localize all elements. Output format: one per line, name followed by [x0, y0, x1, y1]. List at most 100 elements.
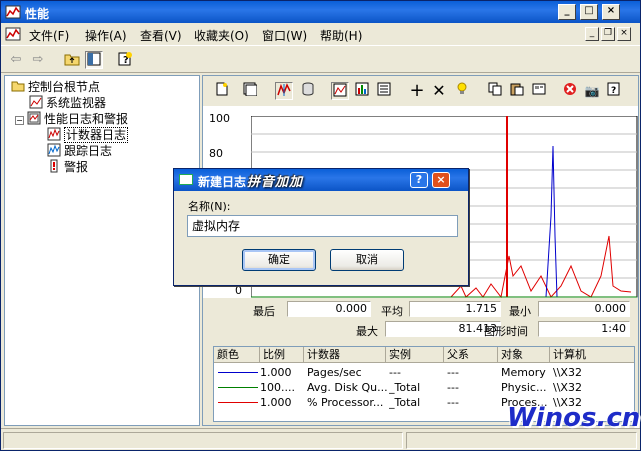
legend-color-swatch — [218, 372, 258, 373]
statistics-bar: 最后 0.000 平均 1.715 最小 0.000 最大 81.413 图形时… — [203, 298, 638, 344]
col-color[interactable]: 颜色 — [214, 347, 260, 363]
menu-action[interactable]: 操作(A) — [85, 27, 127, 44]
ok-button[interactable]: 确定 — [242, 249, 316, 271]
menu-view[interactable]: 查看(V) — [140, 27, 182, 44]
mdi-restore-button[interactable]: ❐ — [601, 27, 615, 41]
average-value: 1.715 — [409, 301, 501, 317]
minimize-button[interactable]: _ — [558, 4, 576, 20]
y-tick-80: 80 — [209, 147, 223, 160]
dialog-title-bar[interactable]: 新建日志 ? × — [174, 169, 468, 191]
tree-item-alerts[interactable]: 警报 — [47, 159, 88, 175]
minimum-label: 最小 — [509, 305, 531, 318]
col-instance[interactable]: 实例 — [386, 347, 444, 363]
legend-cell-parent: --- — [447, 396, 459, 409]
mdi-close-button[interactable]: × — [617, 27, 631, 41]
alert-icon — [50, 159, 58, 173]
legend-cell-instance: _Total — [389, 396, 421, 409]
main-toolbar: ⇦ ⇨ ? — [1, 45, 640, 73]
col-object[interactable]: 对象 — [498, 347, 550, 363]
main-window: 性能 _ □ × 文件(F) 操作(A) 查看(V) 收藏夹(O) 窗口(W) … — [0, 0, 641, 451]
svg-text:?: ? — [611, 86, 616, 96]
highlight-icon[interactable] — [453, 82, 471, 100]
properties-icon[interactable] — [530, 82, 548, 100]
legend-header: 颜色 比例 计数器 实例 父系 对象 计算机 — [214, 347, 634, 363]
back-arrow-icon[interactable]: ⇦ — [7, 51, 25, 69]
menu-window[interactable]: 窗口(W) — [262, 27, 307, 44]
ime-status-text: 拼音加加 — [247, 175, 304, 190]
legend-cell-scale: 1.000 — [260, 366, 292, 379]
show-hide-tree-icon[interactable] — [85, 51, 103, 69]
maximize-button[interactable]: □ — [580, 4, 598, 20]
legend-cell-computer: \\X32 — [553, 366, 582, 379]
legend-cell-parent: --- — [447, 366, 459, 379]
help-icon-sysmon[interactable]: ? — [605, 82, 623, 100]
logs-icon — [27, 111, 41, 125]
dialog-help-button[interactable]: ? — [410, 172, 428, 188]
view-histogram-icon[interactable] — [353, 82, 371, 100]
legend-cell-object: Memory — [501, 366, 546, 379]
dialog-close-button[interactable]: × — [432, 172, 450, 188]
graph-time-value: 1:40 — [538, 321, 630, 337]
legend-cell-computer: \\X32 — [553, 381, 582, 394]
paste-counter-list-icon[interactable] — [508, 82, 526, 100]
view-report-icon[interactable] — [375, 82, 393, 100]
title-bar[interactable]: 性能 _ □ × — [1, 1, 640, 23]
forward-arrow-icon[interactable]: ⇨ — [29, 51, 47, 69]
col-computer[interactable]: 计算机 — [550, 347, 634, 363]
new-log-dialog: 新建日志 ? × 名称(N): 虚拟内存 确定 取消 — [173, 168, 469, 286]
new-counter-set-icon[interactable] — [213, 82, 231, 100]
collapse-toggle-icon[interactable]: − — [15, 116, 24, 125]
legend-row[interactable]: 1.000 Pages/sec --- --- Memory \\X32 — [214, 366, 634, 380]
y-tick-100: 100 — [209, 112, 230, 125]
legend-cell-counter: Pages/sec — [307, 366, 362, 379]
help-icon[interactable]: ? — [116, 51, 134, 69]
legend-cell-parent: --- — [447, 381, 459, 394]
menu-help[interactable]: 帮助(H) — [320, 27, 362, 44]
dialog-title: 新建日志 — [198, 175, 247, 189]
tree-item-perf-logs-alerts[interactable]: − 性能日志和警报 — [15, 111, 128, 127]
delete-counter-icon[interactable]: ✕ — [430, 82, 448, 100]
view-graph-icon[interactable] — [331, 82, 349, 100]
mdi-minimize-button[interactable]: _ — [585, 27, 599, 41]
freeze-display-icon[interactable] — [561, 82, 579, 100]
legend-cell-object: Physic... — [501, 381, 547, 394]
legend-cell-scale: 100.... — [260, 381, 295, 394]
chart-icon — [29, 95, 43, 109]
performance-app-icon — [5, 5, 21, 19]
site-watermark: Winos.cn — [507, 403, 641, 433]
view-current-activity-icon[interactable] — [275, 82, 293, 100]
last-label: 最后 — [253, 305, 275, 318]
cancel-button[interactable]: 取消 — [330, 249, 404, 271]
log-name-input[interactable]: 虚拟内存 — [187, 215, 458, 237]
col-scale[interactable]: 比例 — [260, 347, 304, 363]
menu-favorites[interactable]: 收藏夹(O) — [194, 27, 249, 44]
update-data-icon[interactable]: 📷 — [583, 82, 601, 100]
add-counter-icon[interactable]: + — [408, 82, 426, 100]
legend-cell-counter: % Processor... — [307, 396, 384, 409]
console-icon[interactable] — [5, 26, 21, 42]
legend-cell-counter: Avg. Disk Qu... — [307, 381, 388, 394]
legend-row[interactable]: 100.... Avg. Disk Qu... _Total --- Physic...… — [214, 381, 634, 395]
dialog-window-icon — [179, 174, 193, 185]
name-label: 名称(N): — [188, 200, 231, 213]
console-tree: 控制台根节点 系统监视器 − 性能日志和警报 计数器日志 跟踪日志 警报 — [4, 75, 200, 426]
average-label: 平均 — [381, 305, 403, 318]
view-log-data-icon[interactable] — [299, 82, 317, 100]
legend-color-swatch — [218, 387, 258, 388]
tree-item-trace-logs[interactable]: 跟踪日志 — [47, 143, 112, 159]
col-parent[interactable]: 父系 — [444, 347, 498, 363]
clear-display-icon[interactable] — [241, 82, 259, 100]
tree-item-counter-logs[interactable]: 计数器日志 — [47, 127, 129, 143]
copy-properties-icon[interactable] — [486, 82, 504, 100]
legend-cell-instance: _Total — [389, 381, 421, 394]
menu-file[interactable]: 文件(F) — [29, 27, 69, 44]
minimum-value: 0.000 — [538, 301, 630, 317]
tree-item-console-root[interactable]: 控制台根节点 — [11, 79, 100, 95]
up-folder-icon[interactable] — [63, 51, 81, 69]
close-button[interactable]: × — [602, 4, 620, 20]
sysmon-toolbar: + ✕ 📷 ? — [203, 76, 638, 106]
legend-color-swatch — [218, 402, 258, 403]
tree-item-system-monitor[interactable]: 系统监视器 — [29, 95, 106, 111]
col-counter[interactable]: 计数器 — [304, 347, 386, 363]
trace-log-icon — [47, 143, 61, 157]
